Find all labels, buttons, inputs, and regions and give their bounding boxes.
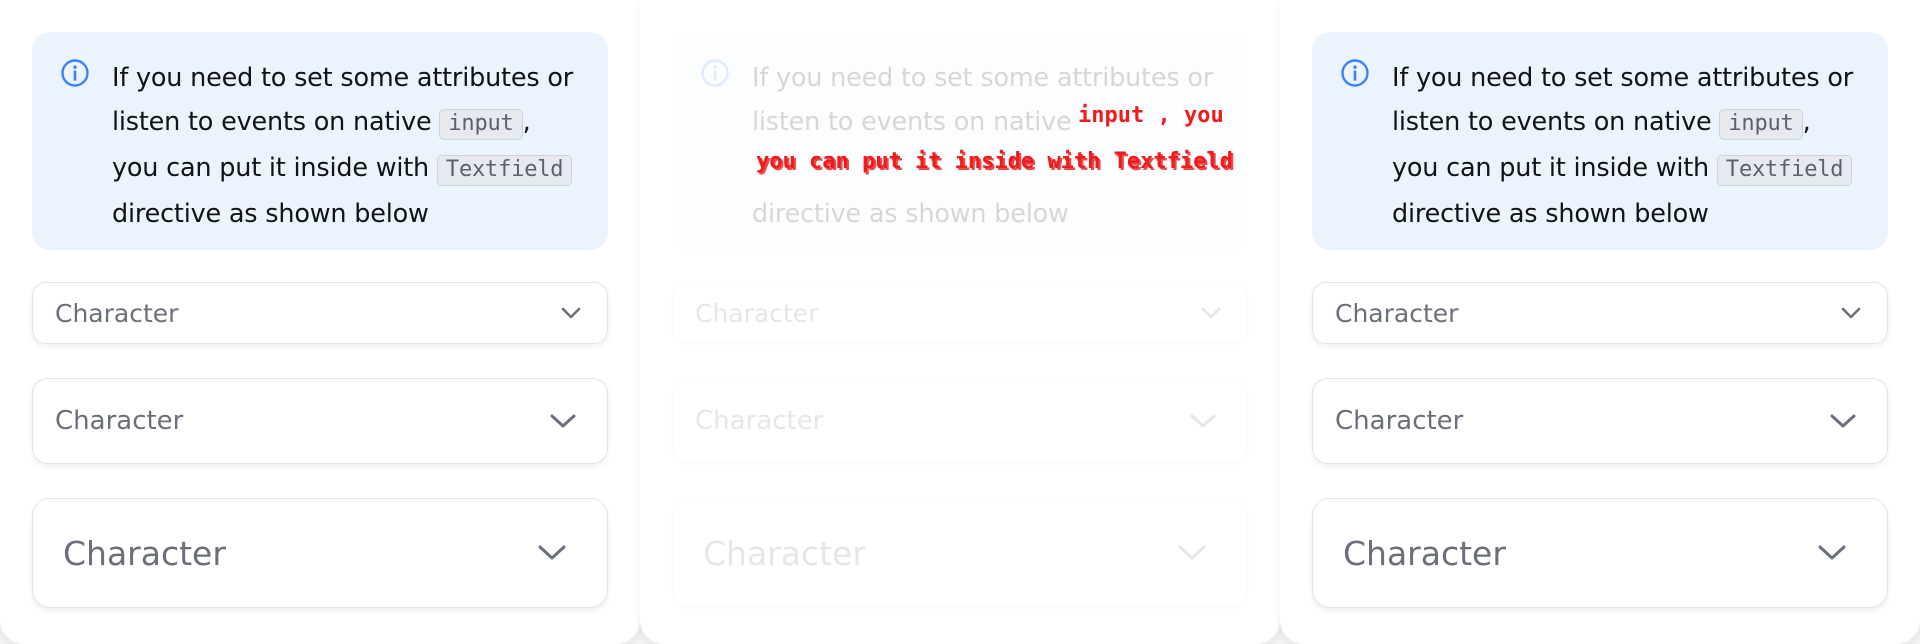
alert-text-after: directive as shown below — [1392, 199, 1709, 229]
select-value: Character — [703, 533, 866, 573]
character-select-small[interactable]: Character — [32, 282, 608, 344]
panel-content: If you need to set some attributes or li… — [32, 32, 608, 608]
select-value: Character — [1335, 406, 1464, 436]
character-select-large[interactable]: Character — [32, 498, 608, 608]
info-circle-icon — [61, 59, 89, 87]
character-select-large[interactable]: Character — [1312, 498, 1888, 608]
panel-content: If you need to set some attributes or li… — [1312, 32, 1888, 608]
info-alert: If you need to set some attributes or li… — [1312, 32, 1888, 250]
alert-message: If you need to set some attributes or li… — [752, 56, 1218, 236]
panel-left: If you need to set some attributes or li… — [0, 0, 640, 644]
code-input: input — [1719, 109, 1803, 140]
select-value: Character — [1335, 298, 1459, 328]
character-select-small[interactable]: Character — [672, 282, 1248, 344]
select-value: Character — [695, 298, 819, 328]
panel-middle: If you need to set some attributes or li… — [640, 0, 1280, 644]
chevron-down-icon — [1201, 307, 1221, 319]
code-textfield: Textfield — [1716, 155, 1853, 186]
info-alert: If you need to set some attributes or li… — [32, 32, 608, 250]
chevron-down-icon — [538, 545, 566, 560]
alert-text-before: If you need to set some attributes or li… — [752, 63, 1214, 137]
alert-text-after: directive as shown below — [752, 199, 1069, 229]
select-value: Character — [695, 406, 824, 436]
chevron-down-icon — [1190, 414, 1216, 428]
chevron-down-icon — [1841, 307, 1861, 319]
code-textfield: Textfield — [436, 155, 573, 186]
info-circle-icon — [701, 59, 729, 87]
chevron-down-icon — [1830, 414, 1856, 428]
chevron-down-icon — [550, 414, 576, 428]
alert-message: If you need to set some attributes or li… — [112, 56, 578, 236]
code-input: input — [439, 109, 523, 140]
chevron-down-icon — [1818, 545, 1846, 560]
select-value: Character — [1343, 533, 1506, 573]
select-value: Character — [55, 298, 179, 328]
info-circle-icon — [1341, 59, 1369, 87]
panel-right: If you need to set some attributes or li… — [1280, 0, 1920, 644]
character-select-medium[interactable]: Character — [672, 378, 1248, 464]
character-select-small[interactable]: Character — [1312, 282, 1888, 344]
alert-text-after: directive as shown below — [112, 199, 429, 229]
character-select-medium[interactable]: Character — [1312, 378, 1888, 464]
character-select-medium[interactable]: Character — [32, 378, 608, 464]
select-value: Character — [63, 533, 226, 573]
chevron-down-icon — [561, 307, 581, 319]
info-alert: If you need to set some attributes or li… — [672, 32, 1248, 250]
select-value: Character — [55, 406, 184, 436]
panel-content: If you need to set some attributes or li… — [672, 32, 1248, 608]
character-select-large[interactable]: Character — [672, 498, 1248, 608]
alert-message: If you need to set some attributes or li… — [1392, 56, 1858, 236]
chevron-down-icon — [1178, 545, 1206, 560]
